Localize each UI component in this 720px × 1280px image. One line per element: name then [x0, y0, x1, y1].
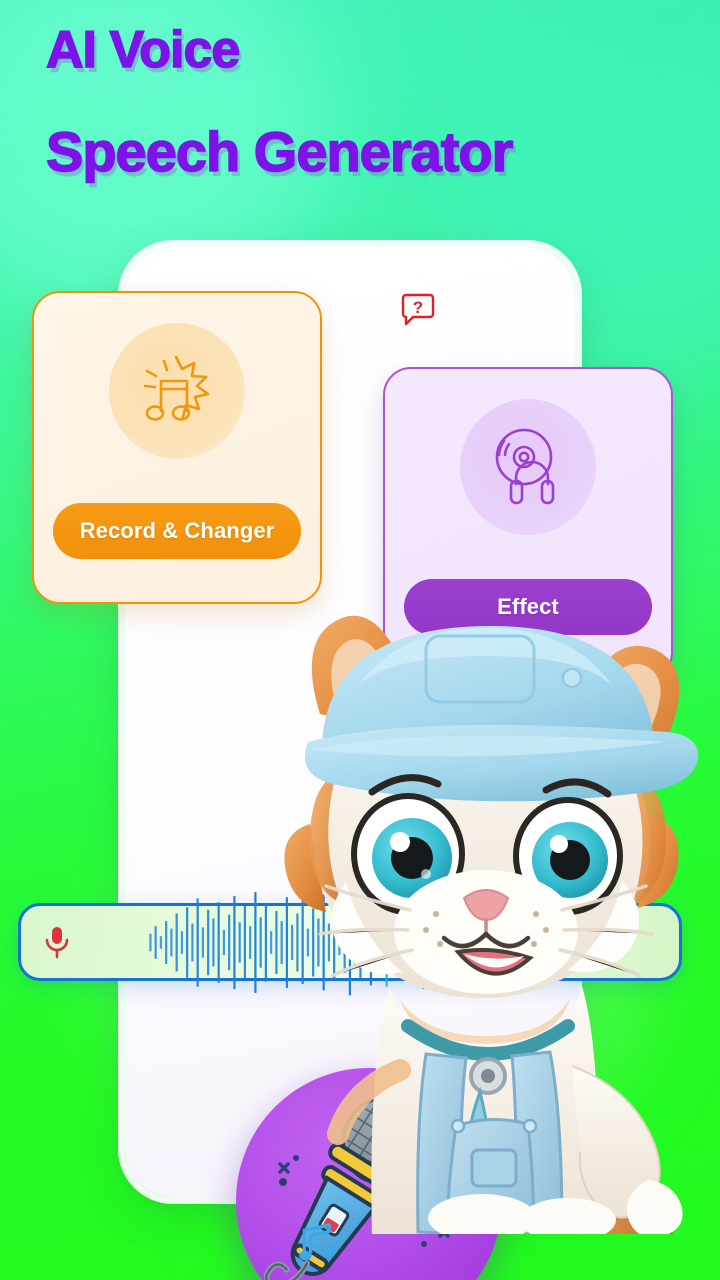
promo-screen: ? Effect Record & Changer AI Voice Speec…	[0, 0, 720, 1280]
microphone-icon	[45, 927, 69, 959]
title-line-2: Speech Generator	[45, 120, 514, 184]
page-title: AI Voice Speech Generator	[45, 21, 514, 184]
record-changer-button-label: Record & Changer	[79, 518, 275, 543]
sound-effect-button[interactable]: Effect	[404, 579, 652, 635]
help-question-bubble-icon[interactable]: ?	[400, 292, 436, 328]
title-line-1: AI Voice	[45, 21, 241, 79]
recorder-waveform-bar[interactable]	[18, 903, 682, 981]
music-note-burst-icon	[109, 323, 245, 459]
microphone-music-icon	[264, 1096, 450, 1280]
svg-text:?: ?	[413, 298, 423, 317]
microphone-badge[interactable]	[236, 1068, 502, 1280]
cd-headphones-icon	[460, 399, 596, 535]
record-changer-button[interactable]: Record & Changer	[53, 503, 301, 559]
card-sound-effect[interactable]: Effect	[383, 367, 673, 680]
card-record-changer[interactable]: Record & Changer	[32, 291, 322, 604]
sound-effect-button-label: Effect	[497, 594, 559, 619]
